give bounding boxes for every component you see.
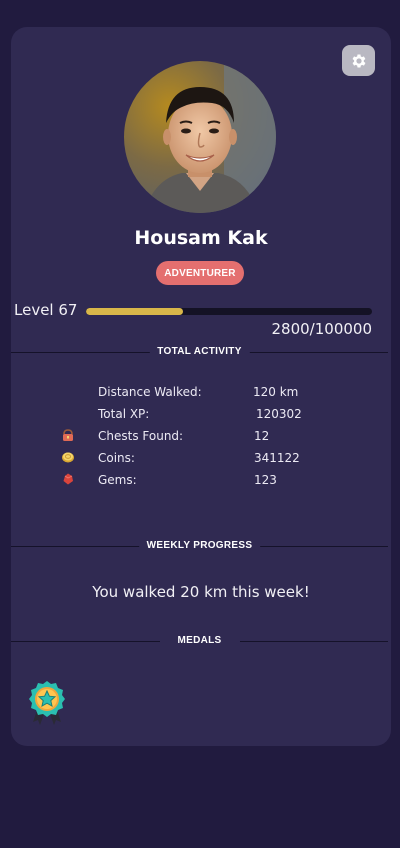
profile-card: Housam Kak ADVENTURER Level 67 2800/1000… xyxy=(11,27,391,746)
section-title: WEEKLY PROGRESS xyxy=(138,539,261,553)
user-name: Housam Kak xyxy=(134,227,268,249)
stat-label: Coins: xyxy=(98,451,135,465)
stat-row-gems: Gems: 123 xyxy=(63,471,339,493)
star-medal-icon xyxy=(29,681,65,725)
medal-item[interactable] xyxy=(27,680,67,726)
stat-row-coins: Coins: 341122 xyxy=(62,449,339,471)
stat-row-xp: Total XP: 120302 xyxy=(79,405,339,427)
level-label: Level 67 xyxy=(14,301,78,319)
stat-label: Distance Walked: xyxy=(98,385,202,399)
weekly-message: You walked 20 km this week! xyxy=(92,583,310,601)
stat-value: 12 xyxy=(254,429,270,443)
coin-icon xyxy=(62,452,74,463)
section-title: TOTAL ACTIVITY xyxy=(149,345,250,359)
stat-row-distance: Distance Walked: 120 km xyxy=(79,383,339,405)
gear-icon xyxy=(352,53,365,68)
section-title: MEDALS xyxy=(159,634,240,648)
stat-value: 341122 xyxy=(254,451,300,465)
chest-icon xyxy=(63,429,73,441)
total-activity-header: TOTAL ACTIVITY xyxy=(11,345,388,359)
xp-count: 2800/100000 xyxy=(271,320,373,338)
stat-label: Total XP: xyxy=(98,407,150,421)
weekly-progress-header: WEEKLY PROGRESS xyxy=(11,539,388,553)
stat-row-chests: Chests Found: 12 xyxy=(63,427,339,449)
xp-progress-bar xyxy=(86,308,372,315)
activity-stats: Distance Walked: 120 km Total XP: 120302… xyxy=(62,383,339,493)
stat-value: 123 xyxy=(254,473,277,487)
rank-badge: ADVENTURER xyxy=(156,261,244,285)
stat-value: 120302 xyxy=(256,407,302,421)
stat-label: Gems: xyxy=(98,473,137,487)
medals-header: MEDALS xyxy=(11,634,388,648)
settings-button[interactable] xyxy=(342,45,375,76)
stat-label: Chests Found: xyxy=(98,429,184,443)
gem-icon xyxy=(63,473,73,485)
stat-value: 120 km xyxy=(253,385,299,399)
xp-progress-fill xyxy=(86,308,184,315)
avatar xyxy=(124,61,276,213)
